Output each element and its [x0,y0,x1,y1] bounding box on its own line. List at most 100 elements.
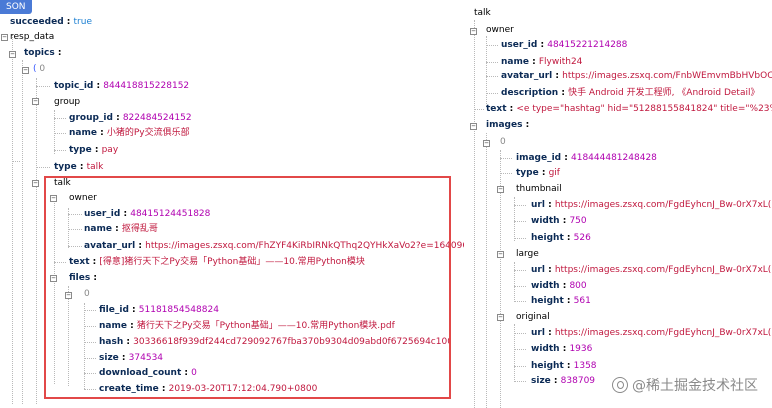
tree-line [514,262,515,302]
collapse-toggle[interactable]: − [470,123,477,130]
tree-line [514,381,526,382]
tree-line [474,109,484,110]
collapse-toggle[interactable]: − [1,34,8,41]
string-value: 小猪的Py交流俱乐部 [106,128,190,138]
tree-line [514,333,526,334]
key-label: thumbnail [516,184,562,194]
tree-line [514,238,526,239]
key-label: type [69,145,92,155]
tree-line [22,60,23,404]
tree-line [486,133,487,408]
collapse-toggle[interactable]: − [497,186,504,193]
key-label: type [54,162,77,172]
owner-avatar-url-row: avatar_url : https://images.zsxq.com/Fnb… [501,71,772,81]
group-type-row: type : pay [69,145,119,155]
original-url-row: url : https://images.zsxq.com/FgdEyhcnJ_… [531,328,772,338]
collapse-toggle[interactable]: − [497,251,504,258]
key-label: group [54,97,81,107]
thumbnail-row[interactable]: thumbnail [516,182,562,197]
number-value: 1358 [573,361,597,371]
number-value: 838709 [560,376,596,386]
tree-line [500,173,512,174]
tree-line [54,150,66,151]
watermark: @稀土掘金技术社区 [612,375,758,395]
string-value: gif [548,168,560,178]
large-row[interactable]: large [516,247,539,262]
collapse-toggle[interactable]: − [32,98,39,105]
key-label: topic_id [54,81,94,91]
highlight-annotation-box [44,176,451,399]
url-value: https://images.zsxq.com/FnbWEmvmBbHVbOC [562,71,772,81]
tree-line [474,20,475,408]
tree-line [514,366,526,367]
succeeded-row: succeeded : true [10,17,92,27]
owner-user-id-row: user_id : 48415221214288 [501,40,628,50]
array-index-row[interactable]: ( 0 [33,62,45,77]
image-id-row: image_id : 418444481248428 [516,153,657,163]
tree-line [12,34,13,404]
owner-description-row: description : 快手 Android 开发工程师, 《Android… [501,88,760,98]
tree-line [514,349,526,350]
key-label: height [531,296,564,306]
number-value: 1936 [569,344,593,354]
resp-data-row[interactable]: resp_data [10,30,54,45]
key-label: url [531,328,545,338]
number-value: 561 [573,296,591,306]
key-label: text [486,104,507,114]
tree-line [486,62,498,63]
key-label: group_id [69,113,113,123]
key-label: images [486,120,523,130]
collapse-toggle[interactable]: − [470,28,477,35]
collapse-toggle[interactable]: − [483,140,490,147]
key-label: name [69,128,97,138]
talk-row[interactable]: talk [474,6,491,21]
collapse-toggle[interactable]: − [497,314,504,321]
collapse-toggle[interactable]: − [9,51,16,58]
number-value: 48415221214288 [547,40,628,50]
owner-row[interactable]: owner [486,23,514,38]
tree-line [514,301,526,302]
talk-text-row: text : <e type="hashtag" hid="5128815584… [486,102,772,117]
original-height-row: height : 1358 [531,361,597,371]
watermark-text: @稀土掘金技术社区 [632,378,758,394]
group-id-row: group_id : 822484524152 [69,113,192,123]
number-value: 750 [569,216,587,226]
string-value: 快手 Android 开发工程师, 《Android Detail》 [568,88,760,98]
topic-id-row: topic_id : 844418815228152 [54,81,190,91]
large-url-row: url : https://images.zsxq.com/FgdEyhcnJ_… [531,265,772,275]
tree-line [486,45,498,46]
key-label: height [531,361,564,371]
juejin-logo-icon [612,377,628,393]
images-index-row[interactable]: 0 [500,135,506,150]
tree-line [486,93,498,94]
tree-line [36,167,50,168]
key-label: url [531,265,545,275]
topics-row[interactable]: topics : [24,46,61,61]
original-size-row: size : 838709 [531,376,596,386]
tree-line [514,270,526,271]
json-view-tab[interactable]: SON [0,0,32,14]
type-row: type : talk [54,162,104,172]
key-label: talk [474,8,491,18]
original-row[interactable]: original [516,310,550,325]
json-tree-right: talk − owner user_id : 48415221214288 na… [470,0,772,408]
key-label: width [531,344,560,354]
tree-line [514,205,526,206]
string-value: talk [86,162,104,172]
collapse-toggle[interactable]: − [32,180,39,187]
key-label: succeeded [10,17,64,27]
boolean-value: true [73,17,92,27]
images-row[interactable]: images : [486,118,529,133]
key-label: avatar_url [501,71,553,81]
url-value: https://images.zsxq.com/FgdEyhcnJ_Bw-0rX… [554,200,772,210]
key-label: large [516,249,539,259]
key-label: image_id [516,153,562,163]
collapse-toggle[interactable]: − [22,67,29,74]
key-label: user_id [501,40,538,50]
group-name-row: name : 小猪的Py交流俱乐部 [69,128,190,138]
group-row[interactable]: group [54,95,80,110]
tree-line [36,86,50,87]
large-height-row: height : 561 [531,296,591,306]
tree-line [486,36,487,106]
tree-line [514,221,526,222]
